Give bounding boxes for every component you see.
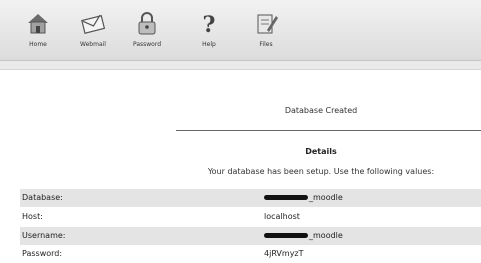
toolbar-files-button[interactable]: Files [246,6,286,56]
toolbar-webmail-label: Webmail [80,41,106,48]
main-content: Database Created Details Your database h… [0,70,481,262]
field-value-database-text: _moodle [309,193,343,202]
redaction-bar [264,233,308,238]
field-value-password: 4jRVmyzT [264,249,304,258]
field-value-username-text: _moodle [309,231,343,240]
toolbar-help-label: Help [202,41,216,48]
instructions-text: Your database has been setup. Use the fo… [207,167,435,176]
toolbar-home-button[interactable]: Home [18,6,58,56]
status-title: Database Created [284,106,358,115]
toolbar-password-button[interactable]: Password [127,6,167,56]
section-divider [176,130,481,131]
field-row-password: Password: 4jRVmyzT [20,245,481,263]
home-icon [28,14,48,34]
toolbar-files-label: Files [259,41,273,48]
lock-icon [138,12,156,35]
question-icon: ? [203,12,216,36]
toolbar-home-label: Home [29,41,47,48]
toolbar-webmail-button[interactable]: Webmail [73,6,113,56]
field-key-username: Username: [22,231,66,240]
webmail-icon [81,14,106,34]
files-icon [257,14,278,34]
redaction-bar [264,195,308,200]
field-key-password: Password: [22,249,63,258]
toolbar-divider-stripe [0,61,481,70]
toolbar: Home Webmail Password ? Help Files [0,0,481,61]
field-key-host: Host: [22,212,43,221]
svg-text:?: ? [203,12,216,36]
field-row-database: Database: _moodle [20,189,481,207]
field-row-username: Username: _moodle [20,227,481,245]
field-row-host: Host: localhost [20,208,481,226]
field-value-username: _moodle [264,227,343,245]
field-value-database: _moodle [264,189,343,207]
details-heading: Details [305,147,337,156]
toolbar-password-label: Password [132,41,162,48]
field-value-host: localhost [264,212,300,221]
toolbar-help-button[interactable]: ? Help [189,6,229,56]
field-key-database: Database: [22,193,63,202]
